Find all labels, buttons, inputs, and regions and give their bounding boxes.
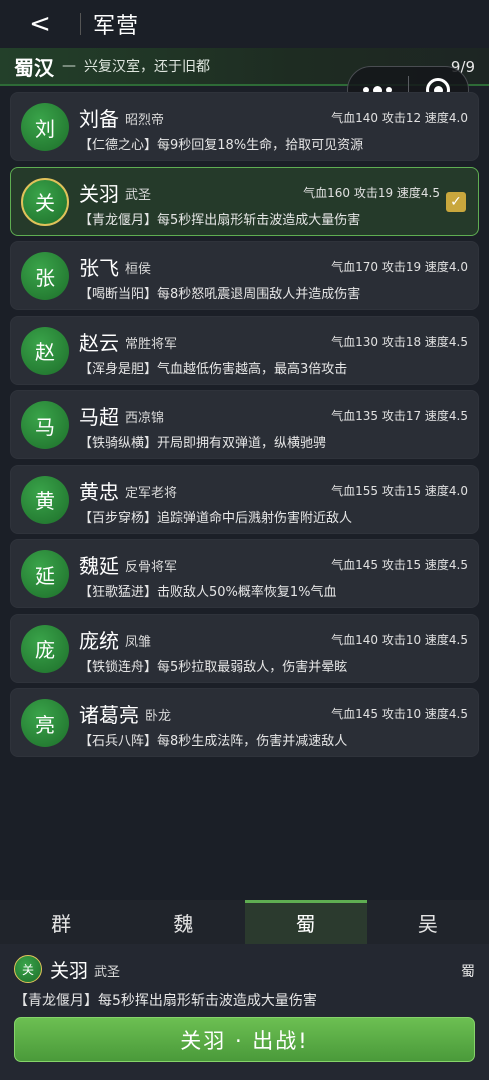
hero-title: 昭烈帝 (125, 113, 165, 128)
hero-avatar: 马 (21, 401, 69, 449)
hero-list: 刘刘备 昭烈帝 气血140 攻击12 速度4.0 【仁德之心】每9秒回复18%生命，拾… (10, 92, 479, 763)
hero-skill: 【百步穿杨】追踪弹道命中后溅射伤害附近敌人 (79, 510, 353, 526)
hero-avatar: 张 (21, 252, 69, 300)
hero-skill: 【狂歌猛进】击败敌人50%概率恢复1%气血 (79, 585, 337, 600)
hero-title: 反骨将军 (125, 560, 178, 575)
deploy-button[interactable]: 关羽 · 出战! (14, 1017, 475, 1062)
hero-skill: 【铁骑纵横】开局即拥有双弹道，纵横驰骋 (79, 436, 327, 451)
hero-card[interactable]: 张张飞 桓侯 气血170 攻击19 速度4.0 【喝断当阳】每8秒怒吼震退周围敌人并造… (10, 241, 479, 310)
hero-avatar: 赵 (21, 326, 69, 375)
hero-name: 诸葛亮 (79, 703, 139, 727)
faction-tab[interactable]: 群 (0, 900, 122, 944)
selected-checkbox[interactable]: ✓ (446, 191, 466, 212)
hero-stats: 气血140 攻击10 速度4.5 (331, 632, 468, 647)
hero-stats: 气血135 攻击17 速度4.5 (331, 409, 468, 423)
selected-hero-skill: 【青龙偃月】每5秒挥出扇形斩击波造成大量伤害 (14, 993, 317, 1009)
faction-tabs: 群魏蜀吴 (0, 900, 489, 944)
check-icon: ✓ (450, 193, 462, 210)
hero-card[interactable]: 刘刘备 昭烈帝 气血140 攻击12 速度4.0 【仁德之心】每9秒回复18%生命，拾… (10, 92, 479, 161)
hero-stats: 气血145 攻击10 速度4.5 (331, 707, 468, 721)
hero-title: 武圣 (125, 187, 152, 203)
hero-stats: 气血130 攻击18 速度4.5 (331, 334, 468, 349)
hero-stats: 气血155 攻击15 速度4.0 (331, 483, 468, 498)
top-nav-bar: < 军营 (0, 0, 489, 48)
page-title: 军营 (93, 14, 140, 39)
hero-skill: 【石兵八阵】每8秒生成法阵，伤害并减速敌人 (79, 734, 348, 749)
hero-avatar: 庞 (21, 624, 69, 673)
faction-tab[interactable]: 吴 (367, 900, 489, 944)
selected-hero-name: 关羽 (50, 960, 89, 982)
hero-card[interactable]: 关关羽 武圣 气血160 攻击19 速度4.5 【青龙偃月】每5秒挥出扇形斩击波造成大… (10, 166, 479, 236)
hero-avatar: 关 (21, 177, 69, 226)
hero-avatar: 刘 (21, 103, 69, 151)
hero-skill: 【铁锁连舟】每5秒拉取最弱敌人，伤害并晕眩 (79, 659, 348, 675)
hero-title: 桓侯 (125, 262, 152, 277)
hero-skill: 【喝断当阳】每8秒怒吼震退周围敌人并造成伤害 (79, 287, 361, 302)
hero-card[interactable]: 庞庞统 凤雏 气血140 攻击10 速度4.5 【铁锁连舟】每5秒拉取最弱敌人，伤害并… (10, 613, 479, 683)
nav-divider (80, 13, 81, 35)
hero-title: 常胜将军 (125, 336, 178, 352)
hero-title: 定军老将 (125, 485, 178, 501)
hero-name: 赵云 (79, 330, 119, 355)
hero-skill: 【青龙偃月】每5秒挥出扇形斩击波造成大量伤害 (79, 212, 361, 228)
hero-name: 刘备 (79, 107, 119, 131)
hero-title: 卧龙 (145, 709, 172, 724)
faction-tab[interactable]: 蜀 (244, 900, 368, 944)
back-arrow-icon: < (29, 9, 51, 39)
back-button[interactable]: < (0, 0, 80, 48)
selected-hero-title: 武圣 (94, 965, 121, 980)
hero-name: 张飞 (79, 256, 119, 280)
hero-stats: 气血145 攻击15 速度4.5 (331, 558, 468, 572)
faction-name: 蜀汉 (14, 55, 54, 80)
hero-card[interactable]: 赵赵云 常胜将军 气血130 攻击18 速度4.5 【浑身是胆】气血越低伤害越高，最高… (10, 315, 479, 385)
hero-avatar: 延 (21, 550, 69, 598)
faction-tab[interactable]: 魏 (122, 900, 244, 944)
selected-hero-avatar: 关 (14, 955, 42, 983)
hero-avatar: 黄 (21, 475, 69, 524)
hero-stats: 气血160 攻击19 速度4.5 (303, 185, 440, 200)
faction-dash: — (62, 58, 76, 74)
hero-skill: 【浑身是胆】气血越低伤害越高，最高3倍攻击 (79, 361, 348, 377)
hero-avatar: 亮 (21, 699, 69, 747)
selected-hero-panel: 关 关羽 武圣 蜀 【青龙偃月】每5秒挥出扇形斩击波造成大量伤害 关羽 · 出战… (0, 944, 489, 1080)
hero-skill: 【仁德之心】每9秒回复18%生命，拾取可见资源 (79, 138, 364, 153)
hero-name: 黄忠 (79, 479, 119, 504)
faction-motto: 兴复汉室，还于旧都 (84, 59, 210, 75)
hero-stats: 气血170 攻击19 速度4.0 (331, 260, 468, 274)
hero-card[interactable]: 亮诸葛亮 卧龙 气血145 攻击10 速度4.5 【石兵八阵】每8秒生成法阵，伤害并减… (10, 688, 479, 757)
hero-card[interactable]: 延魏延 反骨将军 气血145 攻击15 速度4.5 【狂歌猛进】击败敌人50%概率恢复… (10, 539, 479, 608)
selected-hero-faction: 蜀 (461, 964, 475, 980)
hero-name: 关羽 (79, 181, 119, 206)
hero-name: 马超 (79, 405, 119, 429)
hero-card[interactable]: 黄黄忠 定军老将 气血155 攻击15 速度4.0 【百步穿杨】追踪弹道命中后溅射伤害… (10, 464, 479, 534)
hero-name: 魏延 (79, 554, 119, 578)
hero-card[interactable]: 马马超 西凉锦 气血135 攻击17 速度4.5 【铁骑纵横】开局即拥有双弹道，纵横驰… (10, 390, 479, 459)
hero-title: 凤雏 (125, 634, 152, 650)
hero-title: 西凉锦 (125, 411, 165, 426)
hero-name: 庞统 (79, 628, 119, 653)
hero-stats: 气血140 攻击12 速度4.0 (331, 111, 468, 125)
